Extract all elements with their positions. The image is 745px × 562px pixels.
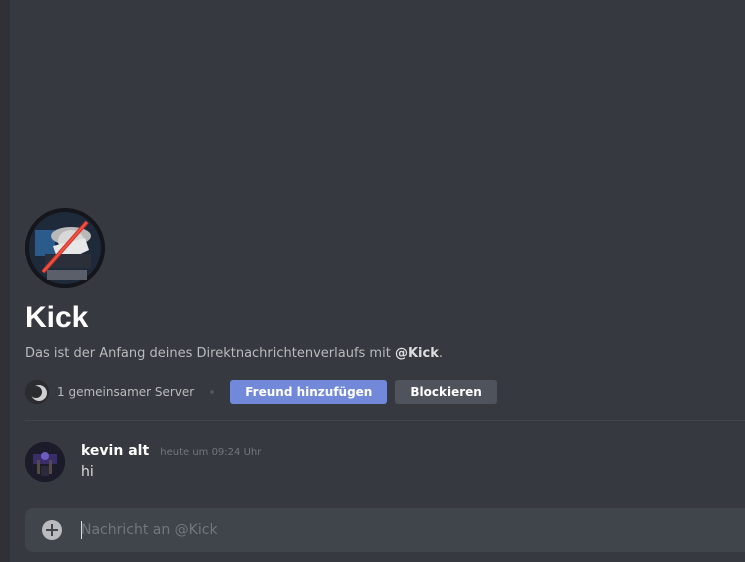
block-button[interactable]: Blockieren — [395, 380, 497, 404]
message-content: hi — [81, 464, 94, 480]
plus-circle-icon[interactable] — [41, 519, 63, 541]
author-avatar[interactable] — [25, 442, 65, 482]
server-sidebar-edge — [0, 0, 10, 562]
mutual-server-icon[interactable] — [25, 380, 49, 404]
message-timestamp: heute um 09:24 Uhr — [160, 447, 262, 458]
divider — [25, 420, 745, 421]
separator-dot — [210, 390, 215, 394]
mutual-servers-link[interactable]: 1 gemeinsamer Server — [57, 385, 194, 399]
dm-welcome-header: Kick Das ist der Anfang deines Direktnac… — [25, 208, 745, 404]
dm-intro-suffix: . — [438, 346, 443, 361]
message-header: kevin alt heute um 09:24 Uhr — [81, 440, 261, 459]
message-author[interactable]: kevin alt — [81, 443, 149, 459]
dm-title: Kick — [25, 301, 89, 334]
add-friend-button[interactable]: Freund hinzufügen — [230, 380, 388, 404]
dm-actions: 1 gemeinsamer Server Freund hinzufügen B… — [25, 380, 745, 404]
dm-intro-text: Das ist der Anfang deines Direktnachrich… — [25, 344, 745, 364]
message-composer — [25, 508, 745, 552]
dm-intro-mention: @Kick — [394, 346, 439, 361]
message-input[interactable] — [81, 508, 731, 552]
dm-intro-prefix: Das ist der Anfang deines Direktnachrich… — [25, 346, 395, 361]
profile-avatar[interactable] — [25, 208, 105, 288]
message-item[interactable]: kevin alt heute um 09:24 Uhr hi — [25, 440, 745, 490]
text-caret — [81, 521, 82, 539]
